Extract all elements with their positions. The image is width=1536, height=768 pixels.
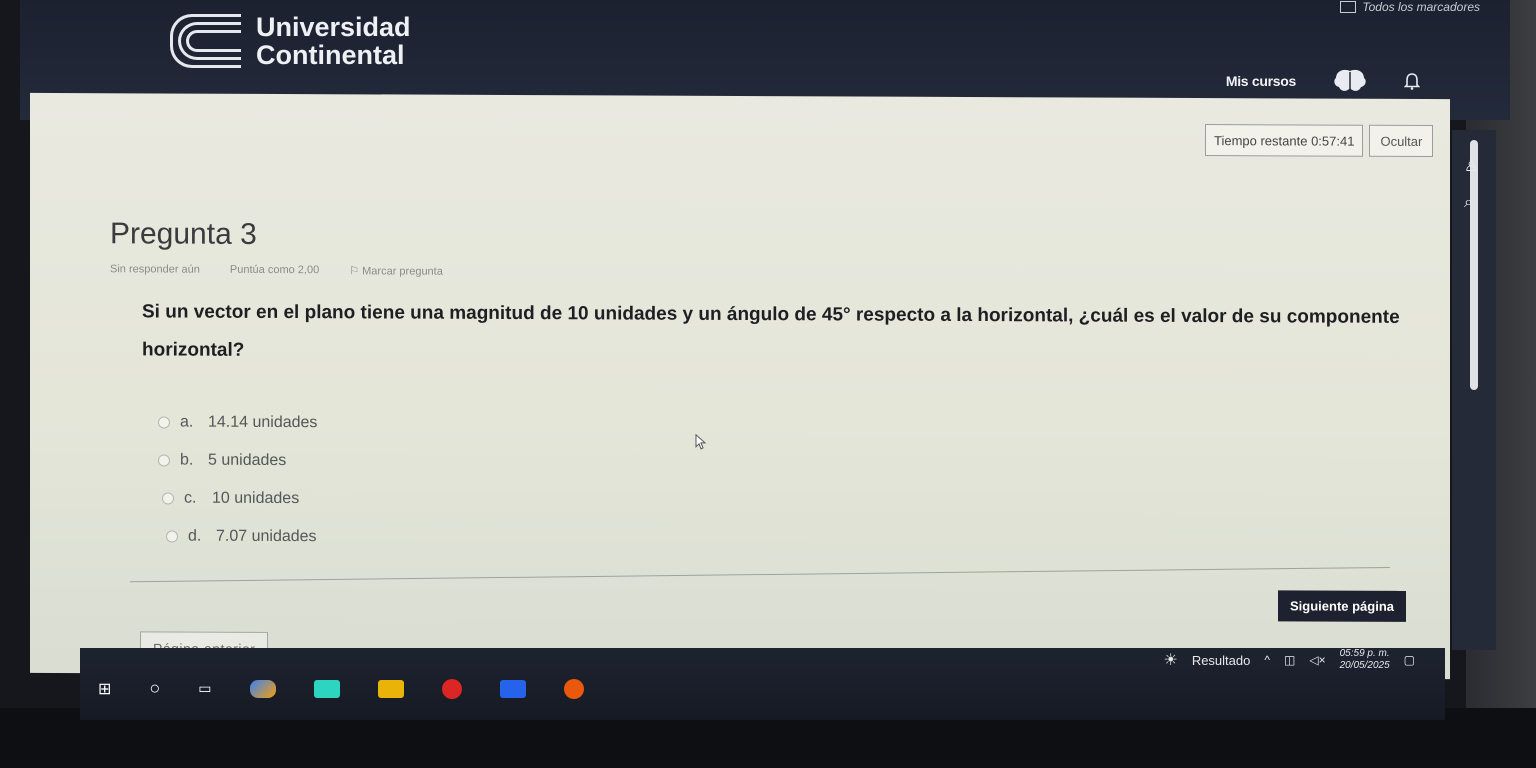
bell-icon[interactable]: [1404, 72, 1420, 90]
question-meta: Sin responder aún Puntúa como 2,00 ⚐ Mar…: [110, 263, 443, 277]
time-remaining-label: Tiempo restante: [1214, 132, 1308, 148]
clock-date: 20/05/2025: [1339, 660, 1390, 671]
question-status: Sin responder aún: [110, 263, 200, 276]
mouse-cursor-icon: [695, 433, 707, 450]
volume-icon[interactable]: ◁×: [1309, 653, 1325, 667]
logo-line-1: Universidad: [256, 12, 411, 42]
answer-list: a. 14.14 unidades b. 5 unidades c. 10 un…: [158, 403, 317, 556]
answer-option-d[interactable]: d. 7.07 unidades: [166, 517, 317, 556]
answer-letter: d.: [188, 527, 202, 545]
bookmarks-label: Todos los marcadores: [1362, 0, 1480, 14]
windows-start-icon[interactable]: ⊞: [98, 679, 111, 699]
powerpoint-icon[interactable]: [563, 678, 584, 699]
network-icon[interactable]: ◫: [1284, 653, 1295, 667]
browser-icon[interactable]: [313, 679, 340, 698]
weather-icon[interactable]: ☀: [1163, 650, 1177, 670]
notification-icon[interactable]: ▢: [1404, 653, 1415, 667]
flag-icon: ⚐: [349, 265, 360, 278]
logo-line-2: Continental: [256, 40, 405, 70]
people-icon[interactable]: ♙: [1464, 156, 1478, 176]
radio-button[interactable]: [158, 454, 170, 467]
brain-icon[interactable]: [1332, 68, 1368, 94]
bookmarks-bar-item[interactable]: Todos los marcadores: [1340, 0, 1480, 14]
answer-letter: b.: [180, 451, 194, 469]
results-label[interactable]: Resultado: [1192, 653, 1251, 668]
university-logo[interactable]: Universidad Continental: [170, 12, 411, 70]
quiz-panel: Tiempo restante 0:57:41 Ocultar Pregunta…: [30, 92, 1450, 680]
answer-option-a[interactable]: a. 14.14 unidades: [158, 403, 317, 442]
question-text: Si un vector en el plano tiene una magni…: [142, 301, 1400, 361]
folder-icon: [1340, 1, 1357, 13]
answer-text: 7.07 unidades: [216, 527, 317, 546]
hide-timer-button[interactable]: Ocultar: [1369, 124, 1434, 158]
question-score: Puntúa como 2,00: [229, 263, 320, 277]
radio-button[interactable]: [166, 530, 178, 543]
chrome-icon[interactable]: [441, 678, 462, 699]
radio-button[interactable]: [162, 492, 174, 505]
answer-text: 5 unidades: [208, 451, 287, 470]
question-title: Pregunta 3: [110, 217, 257, 251]
system-tray: ☀ Resultado ^ ◫ ◁× 05:59 p. m. 20/05/202…: [1163, 648, 1415, 672]
answer-letter: a.: [180, 413, 194, 431]
clock[interactable]: 05:59 p. m. 20/05/2025: [1340, 648, 1390, 672]
scrollbar[interactable]: [1470, 140, 1478, 390]
browser-sidebar: ♙ ⌕: [1452, 130, 1496, 650]
file-explorer-icon[interactable]: [377, 679, 404, 698]
clock-time: 05:59 p. m.: [1339, 648, 1390, 659]
radio-button[interactable]: [158, 416, 170, 429]
timer-block: Tiempo restante 0:57:41 Ocultar: [1205, 124, 1434, 158]
time-remaining-value: 0:57:41: [1311, 132, 1355, 149]
flag-question-link[interactable]: ⚐ Marcar pregunta: [349, 264, 443, 277]
chevron-up-icon[interactable]: ^: [1264, 653, 1270, 667]
answer-letter: c.: [184, 489, 197, 507]
time-remaining: Tiempo restante 0:57:41: [1205, 124, 1364, 157]
next-page-button[interactable]: Siguiente página: [1278, 590, 1407, 622]
taskbar: ☀ Resultado ^ ◫ ◁× 05:59 p. m. 20/05/202…: [80, 648, 1445, 720]
task-view-icon[interactable]: ▭: [198, 680, 211, 697]
copilot-icon[interactable]: [249, 679, 276, 698]
search-icon[interactable]: ⌕: [1464, 194, 1473, 212]
answer-option-c[interactable]: c. 10 unidades: [162, 479, 317, 518]
answer-text: 10 unidades: [212, 489, 300, 508]
logo-mark-icon: [170, 12, 242, 70]
answer-text: 14.14 unidades: [208, 413, 318, 432]
answer-option-b[interactable]: b. 5 unidades: [158, 441, 317, 480]
divider: [130, 566, 1390, 583]
search-icon[interactable]: ○: [149, 678, 160, 699]
my-courses-link[interactable]: Mis cursos: [1226, 73, 1296, 89]
word-icon[interactable]: [499, 679, 526, 698]
taskbar-apps: ⊞ ○ ▭: [98, 678, 584, 699]
flag-question-label: Marcar pregunta: [362, 265, 443, 278]
